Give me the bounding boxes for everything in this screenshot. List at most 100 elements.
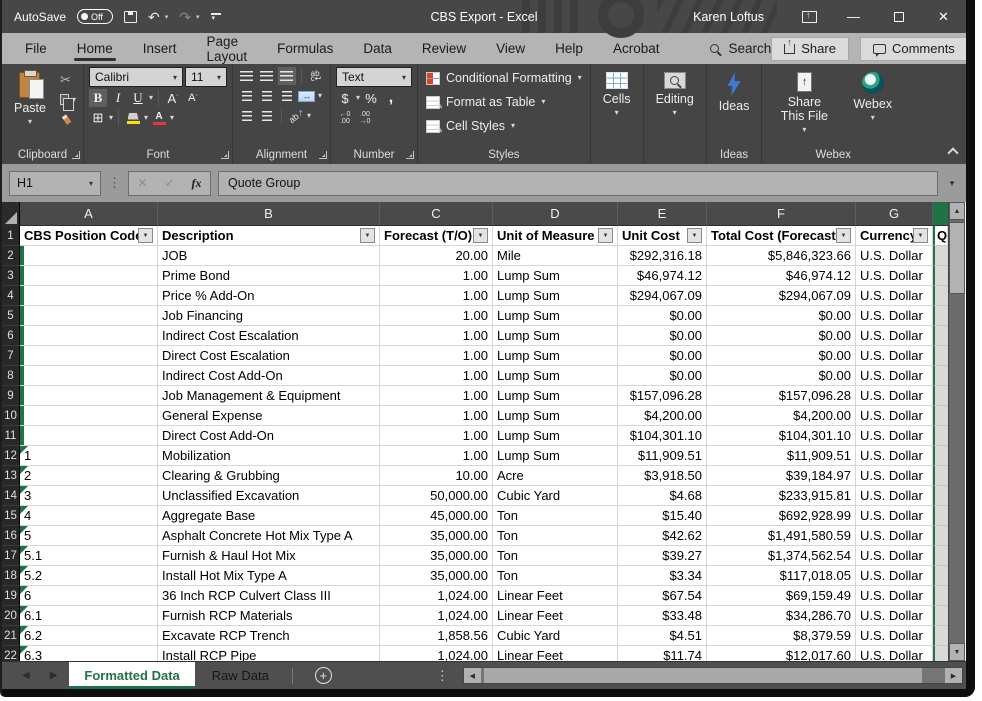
cell-total-cost[interactable]: $46,974.12: [707, 266, 856, 286]
row-header[interactable]: 17: [2, 546, 20, 566]
cell-unit-cost[interactable]: $292,316.18: [618, 246, 707, 266]
cell-forecast[interactable]: 1,024.00: [380, 606, 493, 626]
cell-forecast[interactable]: 35,000.00: [380, 566, 493, 586]
cell-h-selected[interactable]: [933, 246, 948, 266]
row-header[interactable]: 19: [2, 586, 20, 606]
cell-position-code[interactable]: [20, 326, 158, 346]
ribbon-tab[interactable]: Data: [348, 33, 407, 64]
maximize-button[interactable]: [876, 0, 921, 33]
insert-function-icon[interactable]: fx: [183, 176, 210, 191]
cell-position-code[interactable]: [20, 266, 158, 286]
select-all-corner[interactable]: [2, 202, 20, 226]
row-header[interactable]: 3: [2, 266, 20, 286]
cell-currency[interactable]: U.S. Dollar: [856, 446, 933, 466]
cell-description[interactable]: Unclassified Excavation: [158, 486, 380, 506]
scroll-up-icon[interactable]: ▲: [949, 202, 965, 220]
horizontal-scrollbar[interactable]: ◀ ▶: [463, 667, 963, 684]
cell-position-code[interactable]: [20, 406, 158, 426]
cell-description[interactable]: Indirect Cost Add-On: [158, 366, 380, 386]
row-header[interactable]: 16: [2, 526, 20, 546]
ribbon-tab[interactable]: View: [481, 33, 540, 64]
ribbon-tab[interactable]: Acrobat: [598, 33, 675, 64]
comma-style-button[interactable]: ,: [382, 89, 400, 107]
cell-description[interactable]: Job Financing: [158, 306, 380, 326]
cell-unit-cost[interactable]: $42.62: [618, 526, 707, 546]
cell-forecast[interactable]: 1.00: [380, 386, 493, 406]
decrease-indent-button[interactable]: [238, 107, 256, 125]
cell-currency[interactable]: U.S. Dollar: [856, 286, 933, 306]
cell-total-cost[interactable]: $34,286.70: [707, 606, 856, 626]
sheet-tab[interactable]: Formatted Data: [69, 662, 194, 689]
cell-h-selected[interactable]: [933, 426, 948, 446]
cell-unit-of-measure[interactable]: Mile: [493, 246, 618, 266]
cell-unit-of-measure[interactable]: Lump Sum: [493, 286, 618, 306]
collapse-ribbon-icon[interactable]: [947, 147, 958, 158]
cell-total-cost[interactable]: $8,379.59: [707, 626, 856, 646]
cell-forecast[interactable]: 35,000.00: [380, 526, 493, 546]
row-header[interactable]: 12: [2, 446, 20, 466]
cell-description[interactable]: Direct Cost Escalation: [158, 346, 380, 366]
cell-forecast[interactable]: 1,024.00: [380, 646, 493, 661]
cell-currency[interactable]: U.S. Dollar: [856, 626, 933, 646]
cell-unit-of-measure[interactable]: Lump Sum: [493, 386, 618, 406]
row-header[interactable]: 13: [2, 466, 20, 486]
filter-button[interactable]: [913, 228, 928, 243]
copy-button[interactable]: ▾: [58, 91, 78, 108]
cell-position-code[interactable]: 6.1: [20, 606, 158, 626]
cell-total-cost[interactable]: $1,491,580.59: [707, 526, 856, 546]
accounting-format-button[interactable]: $: [336, 89, 354, 107]
cell-unit-cost[interactable]: $3.34: [618, 566, 707, 586]
cell-unit-cost[interactable]: $157,096.28: [618, 386, 707, 406]
filter-button[interactable]: [687, 228, 702, 243]
cell-position-code[interactable]: [20, 346, 158, 366]
merge-center-button[interactable]: [298, 87, 316, 105]
cell-currency[interactable]: U.S. Dollar: [856, 326, 933, 346]
cell-unit-of-measure[interactable]: Ton: [493, 546, 618, 566]
cell-h-selected[interactable]: [933, 486, 948, 506]
cell-position-code[interactable]: 5: [20, 526, 158, 546]
cell-position-code[interactable]: 5.2: [20, 566, 158, 586]
cell-h-selected[interactable]: [933, 566, 948, 586]
cell-h-selected[interactable]: [933, 266, 948, 286]
grow-font-button[interactable]: Aˆ: [164, 89, 182, 107]
cell-position-code[interactable]: 1: [20, 446, 158, 466]
font-name-select[interactable]: Calibri: [89, 67, 183, 87]
cell-unit-of-measure[interactable]: Lump Sum: [493, 446, 618, 466]
tab-scroll-divider-icon[interactable]: ⋮: [436, 668, 449, 684]
vertical-scrollbar-thumb[interactable]: [949, 222, 965, 294]
cell-total-cost[interactable]: $0.00: [707, 326, 856, 346]
font-color-button[interactable]: A: [150, 109, 168, 127]
cell-currency[interactable]: U.S. Dollar: [856, 506, 933, 526]
cell-description[interactable]: Asphalt Concrete Hot Mix Type A: [158, 526, 380, 546]
cell-forecast[interactable]: 10.00: [380, 466, 493, 486]
cell-forecast[interactable]: 1.00: [380, 426, 493, 446]
row-header[interactable]: 6: [2, 326, 20, 346]
cell-description[interactable]: Excavate RCP Trench: [158, 626, 380, 646]
italic-button[interactable]: I: [109, 89, 127, 107]
scroll-right-icon[interactable]: ▶: [945, 668, 962, 683]
cell-h-selected[interactable]: [933, 606, 948, 626]
column-header-d[interactable]: D: [493, 202, 618, 226]
cell-total-cost[interactable]: $0.00: [707, 346, 856, 366]
cell-unit-cost[interactable]: $3,918.50: [618, 466, 707, 486]
cell-unit-cost[interactable]: $39.27: [618, 546, 707, 566]
cell-description[interactable]: Mobilization: [158, 446, 380, 466]
cell-unit-cost[interactable]: $4,200.00: [618, 406, 707, 426]
cell-unit-cost[interactable]: $67.54: [618, 586, 707, 606]
cell-forecast[interactable]: 20.00: [380, 246, 493, 266]
cell-forecast[interactable]: 50,000.00: [380, 486, 493, 506]
align-top-button[interactable]: [238, 67, 256, 85]
cell-position-code[interactable]: 6: [20, 586, 158, 606]
undo-icon[interactable]: ↶: [148, 10, 160, 24]
cell-total-cost[interactable]: $11,909.51: [707, 446, 856, 466]
cell-unit-cost[interactable]: $0.00: [618, 346, 707, 366]
cell-h-selected[interactable]: [933, 346, 948, 366]
cell-unit-cost[interactable]: $4.51: [618, 626, 707, 646]
confirm-entry-icon[interactable]: ✓: [156, 176, 183, 190]
row-header[interactable]: 20: [2, 606, 20, 626]
header-cell-code[interactable]: CBS Position Code: [20, 226, 158, 246]
cell-description[interactable]: Install Hot Mix Type A: [158, 566, 380, 586]
cell-unit-cost[interactable]: $15.40: [618, 506, 707, 526]
cell-unit-cost[interactable]: $294,067.09: [618, 286, 707, 306]
webex-button[interactable]: Webex ▾: [846, 67, 899, 145]
